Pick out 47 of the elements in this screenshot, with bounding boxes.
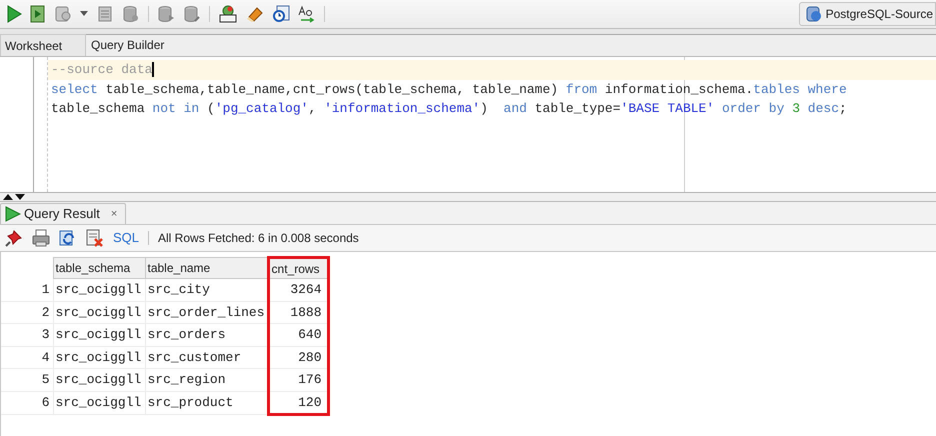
clear-icon[interactable] [86, 229, 104, 247]
table-cell: src_ociggll [53, 324, 145, 346]
table-cell: src_ociggll [53, 391, 145, 414]
row-number: 6 [1, 391, 53, 414]
column-header[interactable]: cnt_rows [268, 258, 328, 278]
row-number: 3 [1, 324, 53, 346]
run-icon [5, 206, 21, 222]
table-cell: 176 [268, 368, 328, 392]
collapse-arrows-icon[interactable] [3, 194, 25, 200]
row-number: 1 [1, 278, 53, 302]
column-header[interactable]: table_schema [53, 258, 145, 278]
sql-link[interactable]: SQL [113, 228, 140, 248]
table-cell: src_ociggll [53, 278, 145, 302]
query-result-tab[interactable]: Query Result × [0, 203, 126, 224]
run-icon[interactable] [6, 5, 22, 23]
font-icon[interactable] [298, 5, 316, 23]
table-cell: 120 [268, 391, 328, 414]
text-cursor [152, 62, 154, 78]
row-number: 4 [1, 346, 53, 369]
connection-label[interactable]: PostgreSQL-Source [826, 5, 933, 23]
code-line: --source data [50, 61, 152, 79]
table-cell: src_ociggll [53, 368, 145, 392]
table-cell: 3264 [268, 278, 328, 302]
editor-tab[interactable]: Query Builder [86, 34, 170, 56]
refresh-icon[interactable] [59, 229, 77, 247]
document-icon[interactable] [30, 5, 46, 23]
close-button[interactable]: × [110, 206, 118, 222]
sql-icon[interactable] [218, 4, 238, 24]
printer-icon[interactable] [32, 229, 50, 247]
row-number: 2 [1, 301, 53, 324]
tab-label[interactable]: Query Result [24, 204, 100, 224]
table-cell: 1888 [268, 301, 328, 324]
pin-icon[interactable] [5, 229, 23, 247]
table-cell: src_ociggll [53, 301, 145, 324]
column-header[interactable]: table_name [145, 258, 268, 278]
eraser-icon[interactable] [246, 5, 264, 23]
code-line: select table_schema,table_name,cnt_rows(table_schema, table_name) from information_schema.tables where [50, 80, 847, 98]
connection-button[interactable]: PostgreSQL-Source [798, 2, 936, 26]
status-text: All Rows Fetched: 6 in 0.008 seconds [158, 230, 359, 247]
row-number: 5 [1, 368, 53, 392]
clock-icon[interactable] [272, 5, 290, 23]
editor-tab[interactable]: Worksheet [0, 34, 86, 56]
code-line: table_schema not in ('pg_catalog', 'information_schema') and table_type='BASE TABLE' order by 3 desc; [50, 100, 847, 118]
table-cell: src_ociggll [53, 346, 145, 369]
table-cell: 280 [268, 346, 328, 369]
table-cell: 640 [268, 324, 328, 346]
caret-icon[interactable] [80, 11, 88, 17]
